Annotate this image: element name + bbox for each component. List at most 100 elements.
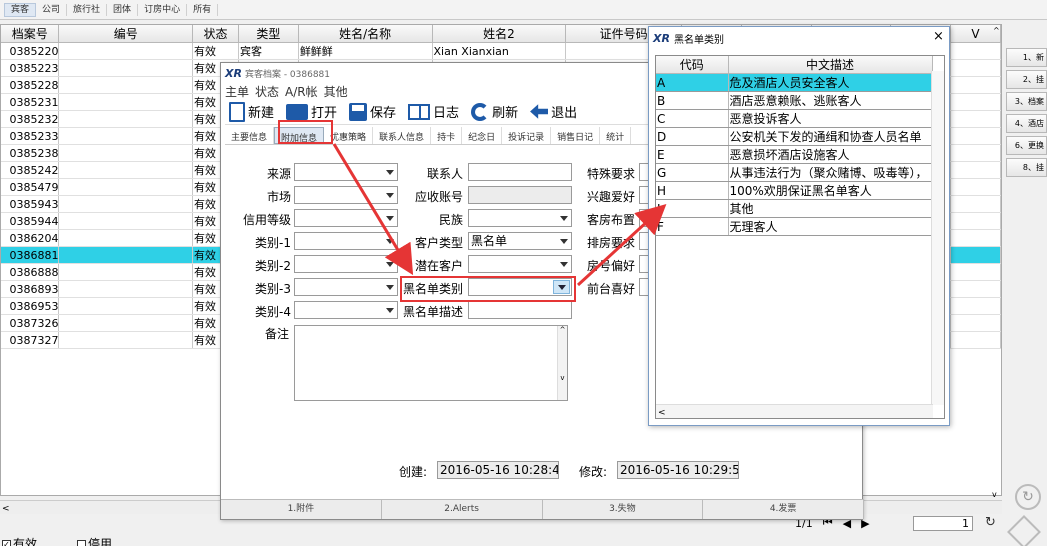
checkbox-icon[interactable]: ✓ xyxy=(2,540,11,546)
form-text-field[interactable] xyxy=(468,163,572,181)
top-tab[interactable]: 所有 xyxy=(187,3,219,16)
bottom-tab[interactable]: 3.失物 xyxy=(543,500,704,519)
log-button[interactable]: 日志 xyxy=(404,102,463,121)
list-item[interactable]: A 危及酒店人员安全客人 xyxy=(656,73,933,92)
bottom-tab[interactable]: 2.Alerts xyxy=(382,500,543,519)
side-action-button[interactable]: 2、挂 xyxy=(1006,70,1047,89)
form-dropdown[interactable] xyxy=(294,163,398,181)
table-cell: 鲜鲜鲜 xyxy=(298,42,433,60)
form-dropdown[interactable] xyxy=(294,278,398,296)
table-cell: 0387326 xyxy=(1,314,60,332)
popup-horizontal-scrollbar[interactable]: < xyxy=(656,404,933,418)
table-cell xyxy=(58,93,194,111)
open-button[interactable]: 打开 xyxy=(282,102,341,121)
form-dropdown[interactable] xyxy=(468,255,572,273)
side-action-button[interactable]: 3、档案 xyxy=(1006,92,1047,111)
chevron-down-icon[interactable] xyxy=(386,285,394,290)
column-header[interactable]: 姓名/名称 xyxy=(298,25,433,43)
form-dropdown[interactable] xyxy=(294,232,398,250)
column-header[interactable]: 类型 xyxy=(238,25,299,43)
dialog-tab[interactable]: 联系人信息 xyxy=(373,127,432,144)
scroll-down-icon[interactable]: v xyxy=(992,490,997,499)
chevron-down-icon[interactable] xyxy=(386,170,394,175)
dialog-menu-item[interactable]: 主单 xyxy=(225,83,249,100)
side-action-button[interactable]: 1、新 xyxy=(1006,48,1047,67)
column-header[interactable]: 姓名2 xyxy=(432,25,567,43)
chevron-down-icon[interactable] xyxy=(386,308,394,313)
reload-circle-icon[interactable]: ↻ xyxy=(1015,484,1041,510)
refresh-button[interactable]: 刷新 xyxy=(467,102,522,121)
column-header[interactable]: 编号 xyxy=(58,25,194,43)
form-dropdown[interactable] xyxy=(468,209,572,227)
refresh-icon[interactable]: ↻ xyxy=(985,515,996,530)
status-checkbox[interactable]: ✓ 有效 xyxy=(2,535,37,546)
save-button[interactable]: 保存 xyxy=(345,102,400,121)
exit-button[interactable]: 退出 xyxy=(526,102,581,121)
chevron-down-icon[interactable] xyxy=(386,193,394,198)
top-tab[interactable]: 团体 xyxy=(107,3,139,16)
toolbar-label: 刷新 xyxy=(492,106,519,121)
list-item[interactable]: E 恶意损坏酒店设施客人 xyxy=(656,145,933,164)
chevron-down-icon[interactable] xyxy=(386,239,394,244)
dialog-tab[interactable]: 持卡 xyxy=(431,127,463,144)
column-header[interactable]: 档案号 xyxy=(1,25,60,43)
dialog-tab[interactable]: 统计 xyxy=(600,127,632,144)
list-item[interactable]: C 恶意投诉客人 xyxy=(656,109,933,128)
list-item[interactable]: D 公安机关下发的通缉和协查人员名单 xyxy=(656,127,933,146)
top-tab[interactable]: 宾客 xyxy=(4,2,37,17)
page-number-input[interactable]: 1 xyxy=(913,516,973,531)
column-header[interactable]: 中文描述 xyxy=(728,56,933,74)
navigate-diamond-icon[interactable] xyxy=(1007,515,1041,546)
form-label: 黑名单描述 xyxy=(403,305,464,319)
toolbar-label: 保存 xyxy=(370,106,397,121)
scroll-left-icon[interactable]: < xyxy=(2,504,10,514)
checkbox-icon[interactable] xyxy=(77,540,87,546)
popup-vertical-scrollbar[interactable] xyxy=(931,71,944,405)
dialog-tab[interactable]: 纪念日 xyxy=(462,127,503,144)
bottom-tab[interactable]: 1.附件 xyxy=(221,500,382,519)
top-tab[interactable]: 旅行社 xyxy=(67,3,108,16)
dialog-tab[interactable]: 主要信息 xyxy=(225,127,275,144)
list-item[interactable]: I 其他 xyxy=(656,199,933,218)
form-text-field[interactable] xyxy=(468,301,572,319)
chevron-down-icon[interactable] xyxy=(560,239,568,244)
close-icon[interactable]: × xyxy=(933,29,944,44)
form-dropdown[interactable]: 黑名单 xyxy=(468,232,572,250)
toolbar-label: 退出 xyxy=(551,106,578,121)
chevron-down-icon[interactable] xyxy=(560,216,568,221)
scroll-left-icon[interactable]: < xyxy=(658,408,666,418)
dialog-tab[interactable]: 投诉记录 xyxy=(502,127,552,144)
scroll-up-icon[interactable]: ^ xyxy=(993,26,1000,35)
list-item[interactable]: H 100%欢朋保证黑名单客人 xyxy=(656,181,933,200)
form-dropdown[interactable] xyxy=(294,209,398,227)
list-item[interactable]: B 酒店恶意赖账、逃账客人 xyxy=(656,91,933,110)
side-action-button[interactable]: 8、挂 xyxy=(1006,158,1047,177)
dialog-tab[interactable]: 销售日记 xyxy=(551,127,601,144)
form-dropdown[interactable] xyxy=(294,186,398,204)
chevron-down-icon[interactable] xyxy=(386,216,394,221)
remark-scrollbar[interactable]: ^ v xyxy=(557,326,567,400)
status-checkbox[interactable]: 停用 xyxy=(77,535,112,546)
side-action-button[interactable]: 6、更换 xyxy=(1006,136,1047,155)
remark-textarea[interactable]: ^ v xyxy=(294,325,568,401)
new-button[interactable]: 新建 xyxy=(225,101,278,122)
list-item[interactable]: G 从事违法行为（聚众赌博、吸毒等）， xyxy=(656,163,933,182)
list-item[interactable]: F 无理客人 xyxy=(656,217,933,236)
form-label: 潜在客户 xyxy=(414,259,463,273)
column-header[interactable]: 代码 xyxy=(656,56,729,74)
form-dropdown[interactable] xyxy=(294,255,398,273)
bottom-tab[interactable]: 4.发票 xyxy=(703,500,864,519)
top-tab[interactable]: 公司 xyxy=(36,3,68,16)
column-header[interactable]: 状态 xyxy=(192,25,239,43)
chevron-down-icon[interactable] xyxy=(560,262,568,267)
chevron-down-icon[interactable] xyxy=(386,262,394,267)
dialog-menu-item[interactable]: 状态 xyxy=(255,83,279,100)
form-text-field[interactable] xyxy=(468,186,572,204)
top-tab[interactable]: 订房中心 xyxy=(138,3,188,16)
dialog-menu-item[interactable]: A/R帐 xyxy=(285,83,318,100)
open-folder-icon xyxy=(286,103,309,120)
table-cell xyxy=(58,144,194,162)
form-dropdown[interactable] xyxy=(294,301,398,319)
dialog-menu-item[interactable]: 其他 xyxy=(324,83,348,100)
side-action-button[interactable]: 4、酒店 xyxy=(1006,114,1047,133)
